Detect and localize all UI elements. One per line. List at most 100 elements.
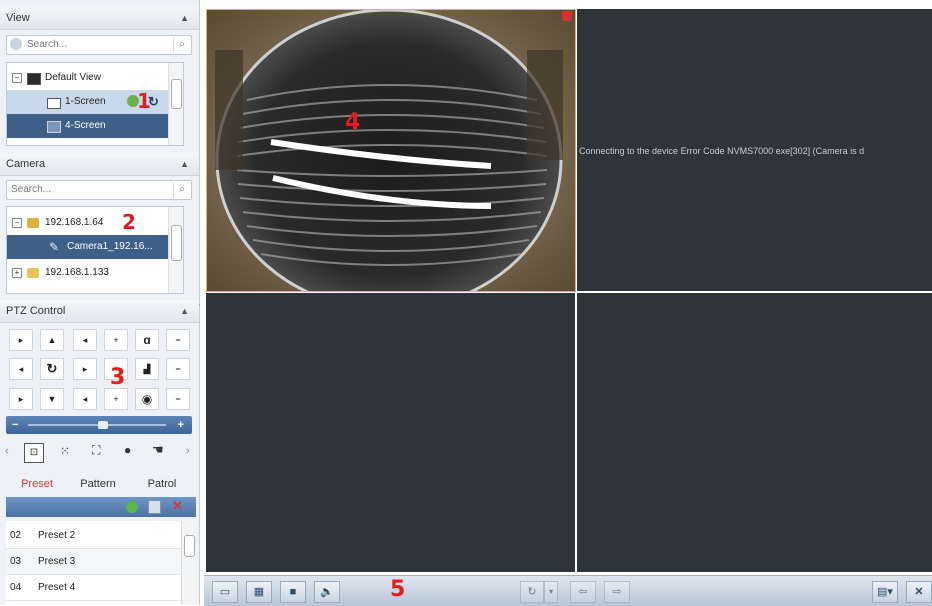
collapse-minus-icon[interactable]: −: [12, 218, 22, 228]
ptz-speed-slider[interactable]: − +: [6, 416, 192, 434]
marker-1: 1: [137, 89, 151, 113]
camera-item[interactable]: ✎ Camera1_192.16...: [7, 235, 183, 259]
pan-down-right-button[interactable]: ◂: [73, 388, 97, 410]
view-section-header[interactable]: View ▲: [0, 7, 199, 30]
next-page-icon[interactable]: ⇨: [604, 581, 630, 603]
preset-row[interactable]: 04 Preset 4: [6, 575, 188, 601]
refresh-icon[interactable]: ↻: [520, 581, 544, 603]
pan-down-button[interactable]: ▼: [40, 388, 64, 410]
device-item[interactable]: + 192.168.1.133: [7, 261, 183, 285]
fisheye-video-frame: [207, 10, 575, 291]
camera-scrollbar[interactable]: [168, 207, 183, 293]
pan-down-left-button[interactable]: ▸: [9, 388, 33, 410]
view-search-box: ⌕: [6, 35, 192, 55]
pan-right-button[interactable]: ▸: [73, 358, 97, 380]
wiper-icon[interactable]: ⛶: [92, 443, 100, 458]
view-item-label: Default View: [45, 72, 101, 83]
view-item-4-screen[interactable]: 4-Screen: [7, 114, 183, 138]
view-search-logo-icon: [10, 38, 22, 50]
search-icon[interactable]: ⌕: [173, 182, 190, 198]
tab-pattern[interactable]: Pattern: [68, 472, 128, 496]
scroll-thumb[interactable]: [171, 79, 182, 109]
speed-plus-icon[interactable]: +: [178, 416, 184, 434]
scroll-thumb[interactable]: [171, 225, 182, 261]
speed-minus-icon[interactable]: −: [12, 416, 18, 434]
pan-up-right-button[interactable]: ◂: [73, 329, 97, 351]
camera-section-title: Camera: [6, 158, 46, 170]
video-pane-4[interactable]: [577, 293, 932, 572]
preset-row[interactable]: 03 Preset 3: [6, 549, 188, 575]
previous-page-icon[interactable]: ⇦: [570, 581, 596, 603]
slider-handle[interactable]: [98, 421, 108, 429]
collapse-minus-icon[interactable]: −: [12, 73, 22, 83]
view-scrollbar[interactable]: [168, 63, 183, 145]
iris-icon[interactable]: ◉: [135, 388, 159, 410]
collapse-up-icon[interactable]: ▲: [180, 7, 189, 29]
close-icon[interactable]: ✕: [906, 581, 932, 603]
chevron-left-icon[interactable]: ‹: [5, 445, 9, 457]
light-icon[interactable]: ⁙: [60, 444, 70, 458]
preset-number: 02: [10, 530, 22, 541]
auto-scan-icon[interactable]: ↻: [40, 358, 64, 380]
camera-search-input[interactable]: [7, 181, 155, 197]
chevron-right-icon[interactable]: ›: [186, 445, 190, 457]
connection-error-text: Connecting to the device Error Code NVMS…: [579, 146, 865, 156]
slider-track: [28, 424, 166, 426]
view-search-input[interactable]: [23, 36, 171, 52]
focus-far-button[interactable]: −: [166, 358, 190, 380]
iris-close-button[interactable]: −: [166, 388, 190, 410]
volume-icon[interactable]: 🔈: [314, 581, 340, 603]
preset-row[interactable]: 02 Preset 2: [6, 523, 188, 549]
view-item-default-view[interactable]: − Default View: [7, 66, 183, 90]
call-preset-icon[interactable]: [126, 501, 138, 513]
collapse-up-icon[interactable]: ▲: [180, 153, 189, 175]
3d-position-icon[interactable]: ⊡: [24, 443, 44, 463]
preset-number: 03: [10, 556, 22, 567]
stop-all-icon[interactable]: ■: [280, 581, 306, 603]
expand-plus-icon[interactable]: +: [12, 268, 22, 278]
camera-label: Camera1_192.16...: [67, 241, 153, 252]
left-sidebar: View ▲ ⌕ − Default View 1-Screen ↻ 1 4-S…: [0, 0, 200, 605]
save-view-icon[interactable]: ▭: [212, 581, 238, 603]
camera-section-header[interactable]: Camera ▲: [0, 153, 199, 176]
view-item-1-screen[interactable]: 1-Screen ↻ 1: [7, 89, 183, 114]
set-preset-icon[interactable]: [148, 500, 161, 514]
pan-left-button[interactable]: ◂: [9, 358, 33, 380]
tab-preset[interactable]: Preset: [8, 472, 66, 496]
video-pane-3[interactable]: [206, 293, 575, 572]
device-icon: [27, 268, 39, 278]
chevron-down-icon[interactable]: ▾: [544, 581, 558, 603]
one-touch-icon[interactable]: ☚: [152, 442, 164, 458]
lens-init-icon[interactable]: ●: [124, 443, 131, 457]
view-item-label: 4-Screen: [65, 120, 106, 131]
zoom-out-button[interactable]: −: [166, 329, 190, 351]
window-division-icon[interactable]: ▦: [246, 581, 272, 603]
delete-preset-icon[interactable]: ✕: [172, 498, 183, 514]
view-tree: − Default View 1-Screen ↻ 1 4-Screen: [6, 62, 184, 146]
ptz-tabbar: Preset Pattern Patrol: [0, 472, 199, 496]
camera-tree: − 192.168.1.64 2 ✎ Camera1_192.16... + 1…: [6, 206, 184, 294]
device-item[interactable]: − 192.168.1.64 2: [7, 210, 183, 235]
video-pane-1[interactable]: 4: [206, 9, 576, 292]
search-icon[interactable]: ⌕: [173, 37, 190, 53]
screen-layout-dropdown-icon[interactable]: ▤▾: [872, 581, 898, 603]
ptz-section-header[interactable]: PTZ Control ▲: [0, 300, 199, 323]
recording-indicator-icon: [562, 11, 572, 21]
marker-5: 5: [390, 577, 406, 602]
collapse-up-icon[interactable]: ▲: [180, 300, 189, 322]
view-folder-icon: [27, 73, 41, 85]
view-item-label: 1-Screen: [65, 96, 106, 107]
zoom-icon[interactable]: ɑ: [135, 329, 159, 351]
iris-open-button[interactable]: +: [104, 388, 128, 410]
tab-patrol[interactable]: Patrol: [132, 472, 192, 496]
preset-scrollbar[interactable]: [181, 521, 196, 605]
zoom-in-button[interactable]: +: [104, 329, 128, 351]
device-icon: [27, 218, 39, 228]
pan-up-button[interactable]: ▲: [40, 329, 64, 351]
video-pane-2[interactable]: Connecting to the device Error Code NVMS…: [577, 9, 932, 291]
focus-icon[interactable]: ▟: [135, 358, 159, 380]
scroll-thumb[interactable]: [184, 535, 195, 557]
live-view-toolbar: ▭ ▦ ■ 🔈 5 ↻ ▾ ⇦ ⇨ ▤▾ ✕: [204, 575, 932, 606]
pan-up-left-button[interactable]: ▸: [9, 329, 33, 351]
preset-name: Preset 4: [38, 582, 76, 593]
